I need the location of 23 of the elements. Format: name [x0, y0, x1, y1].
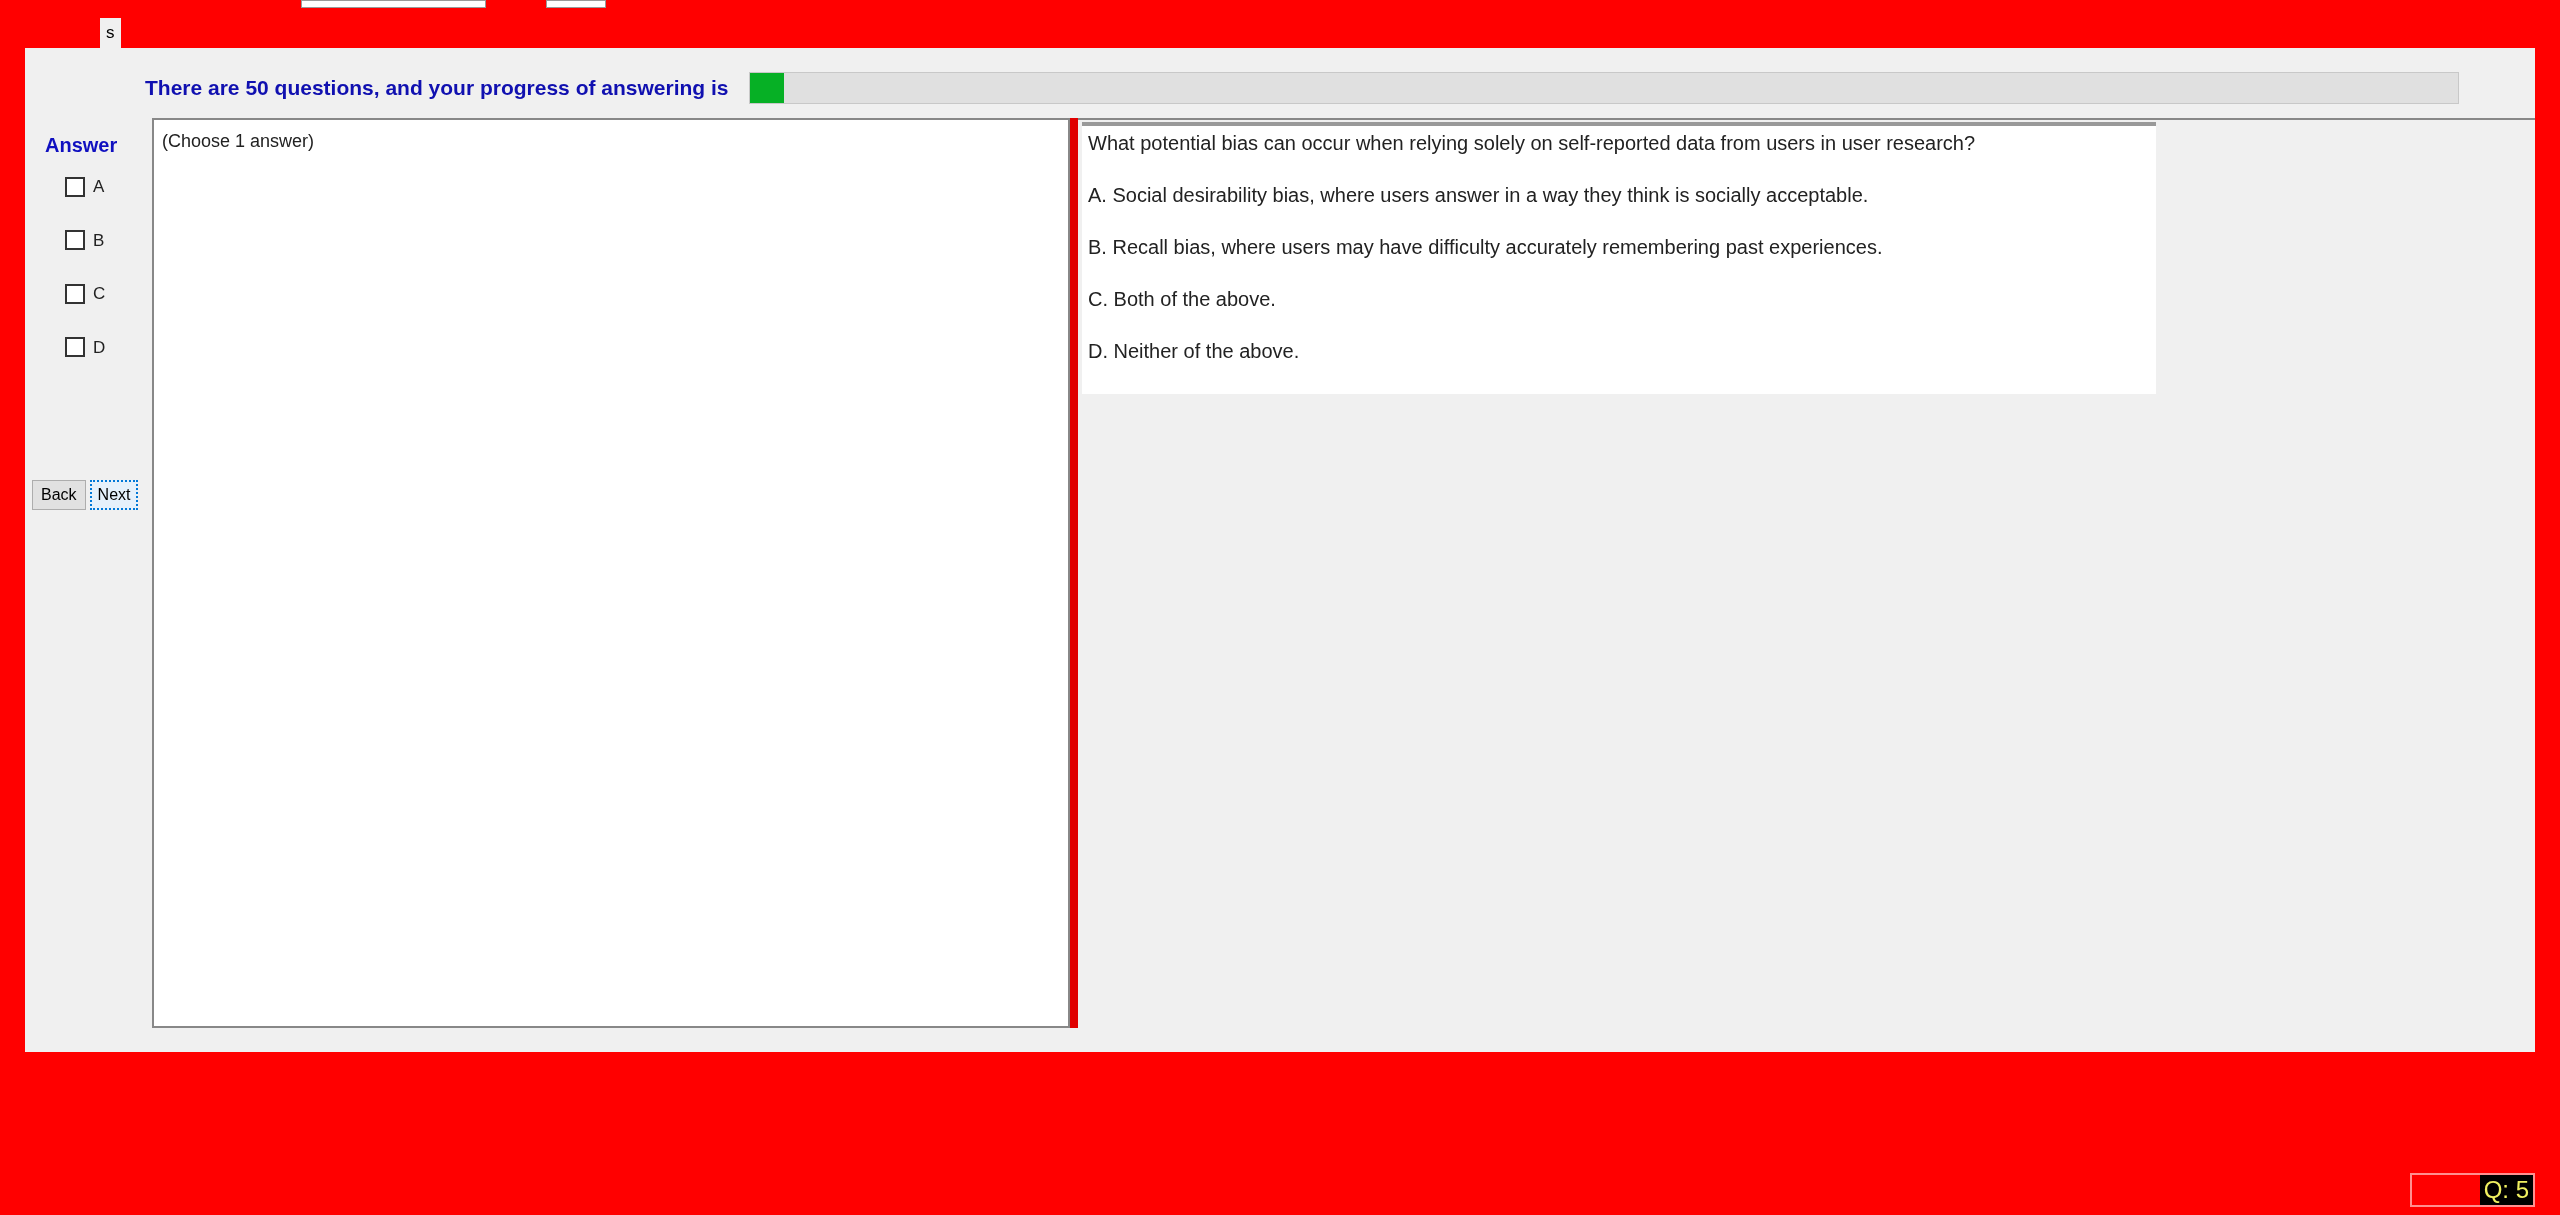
question-choice: C. Both of the above.	[1088, 287, 1277, 312]
spin-field[interactable]	[545, 0, 606, 8]
checkbox[interactable]	[65, 337, 85, 358]
progress-label: There are 50 questions, and your progress of answering is	[145, 75, 729, 102]
question-choice: D. Neither of the above.	[1088, 339, 1301, 364]
checkbox[interactable]	[65, 283, 85, 304]
option-label: A	[93, 176, 105, 198]
tab[interactable]: s	[100, 18, 121, 48]
option-label: C	[93, 283, 106, 305]
question-choice: A. Social desirability bias, where users answer in a way they think is socially acceptable.	[1088, 183, 1870, 208]
question-counter-text: Q: 5	[2479, 1175, 2533, 1205]
back-button[interactable]: Back	[32, 480, 86, 510]
dropdown-field[interactable]	[300, 0, 486, 8]
question-choice: B. Recall bias, where users may have difficulty accurately remembering past experiences.	[1088, 235, 1884, 260]
answer-hint: (Choose 1 answer)	[162, 131, 315, 151]
option-label: B	[93, 229, 105, 252]
option-label: D	[93, 336, 106, 359]
answer-title: Answer	[45, 133, 119, 158]
next-button[interactable]: Next	[89, 480, 139, 510]
checkbox[interactable]	[65, 230, 85, 251]
question-text: What potential bias can occur when relying solely on self-reported data from users in user research?	[1088, 131, 1977, 156]
answer-box[interactable]: (Choose 1 answer)	[152, 118, 1070, 1028]
checkbox[interactable]	[65, 176, 85, 197]
